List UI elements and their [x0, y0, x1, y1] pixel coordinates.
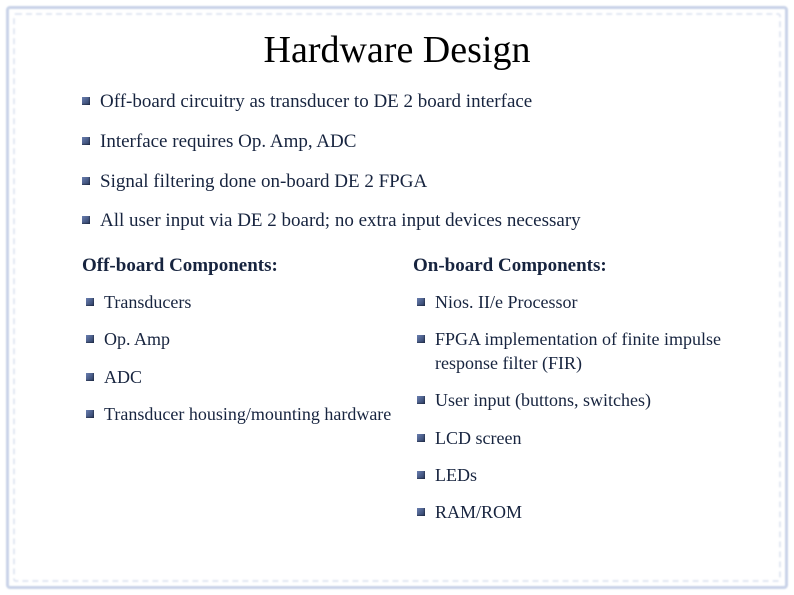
- list-item: Op. Amp: [104, 328, 403, 351]
- list-item: Transducer housing/mounting hardware: [104, 403, 403, 426]
- list-item: RAM/ROM: [435, 501, 734, 524]
- left-column: Off-board Components: Transducers Op. Am…: [82, 255, 403, 539]
- list-item: LCD screen: [435, 427, 734, 450]
- columns-container: Off-board Components: Transducers Op. Am…: [60, 255, 734, 539]
- list-item: Signal filtering done on-board DE 2 FPGA: [100, 170, 734, 194]
- list-item: ADC: [104, 366, 403, 389]
- list-item: User input (buttons, switches): [435, 389, 734, 412]
- list-item: Interface requires Op. Amp, ADC: [100, 130, 734, 154]
- slide-title: Hardware Design: [60, 28, 734, 72]
- right-column: On-board Components: Nios. II/e Processo…: [413, 255, 734, 539]
- list-item: Transducers: [104, 291, 403, 314]
- list-item: LEDs: [435, 464, 734, 487]
- right-column-heading: On-board Components:: [413, 255, 734, 277]
- top-bullet-list: Off-board circuitry as transducer to DE …: [60, 90, 734, 233]
- left-bullet-list: Transducers Op. Amp ADC Transducer housi…: [82, 291, 403, 427]
- list-item: Off-board circuitry as transducer to DE …: [100, 90, 734, 114]
- list-item: Nios. II/e Processor: [435, 291, 734, 314]
- slide-content: Hardware Design Off-board circuitry as t…: [0, 0, 794, 595]
- list-item: FPGA implementation of finite impulse re…: [435, 328, 734, 375]
- left-column-heading: Off-board Components:: [82, 255, 403, 277]
- right-bullet-list: Nios. II/e Processor FPGA implementation…: [413, 291, 734, 525]
- list-item: All user input via DE 2 board; no extra …: [100, 209, 734, 233]
